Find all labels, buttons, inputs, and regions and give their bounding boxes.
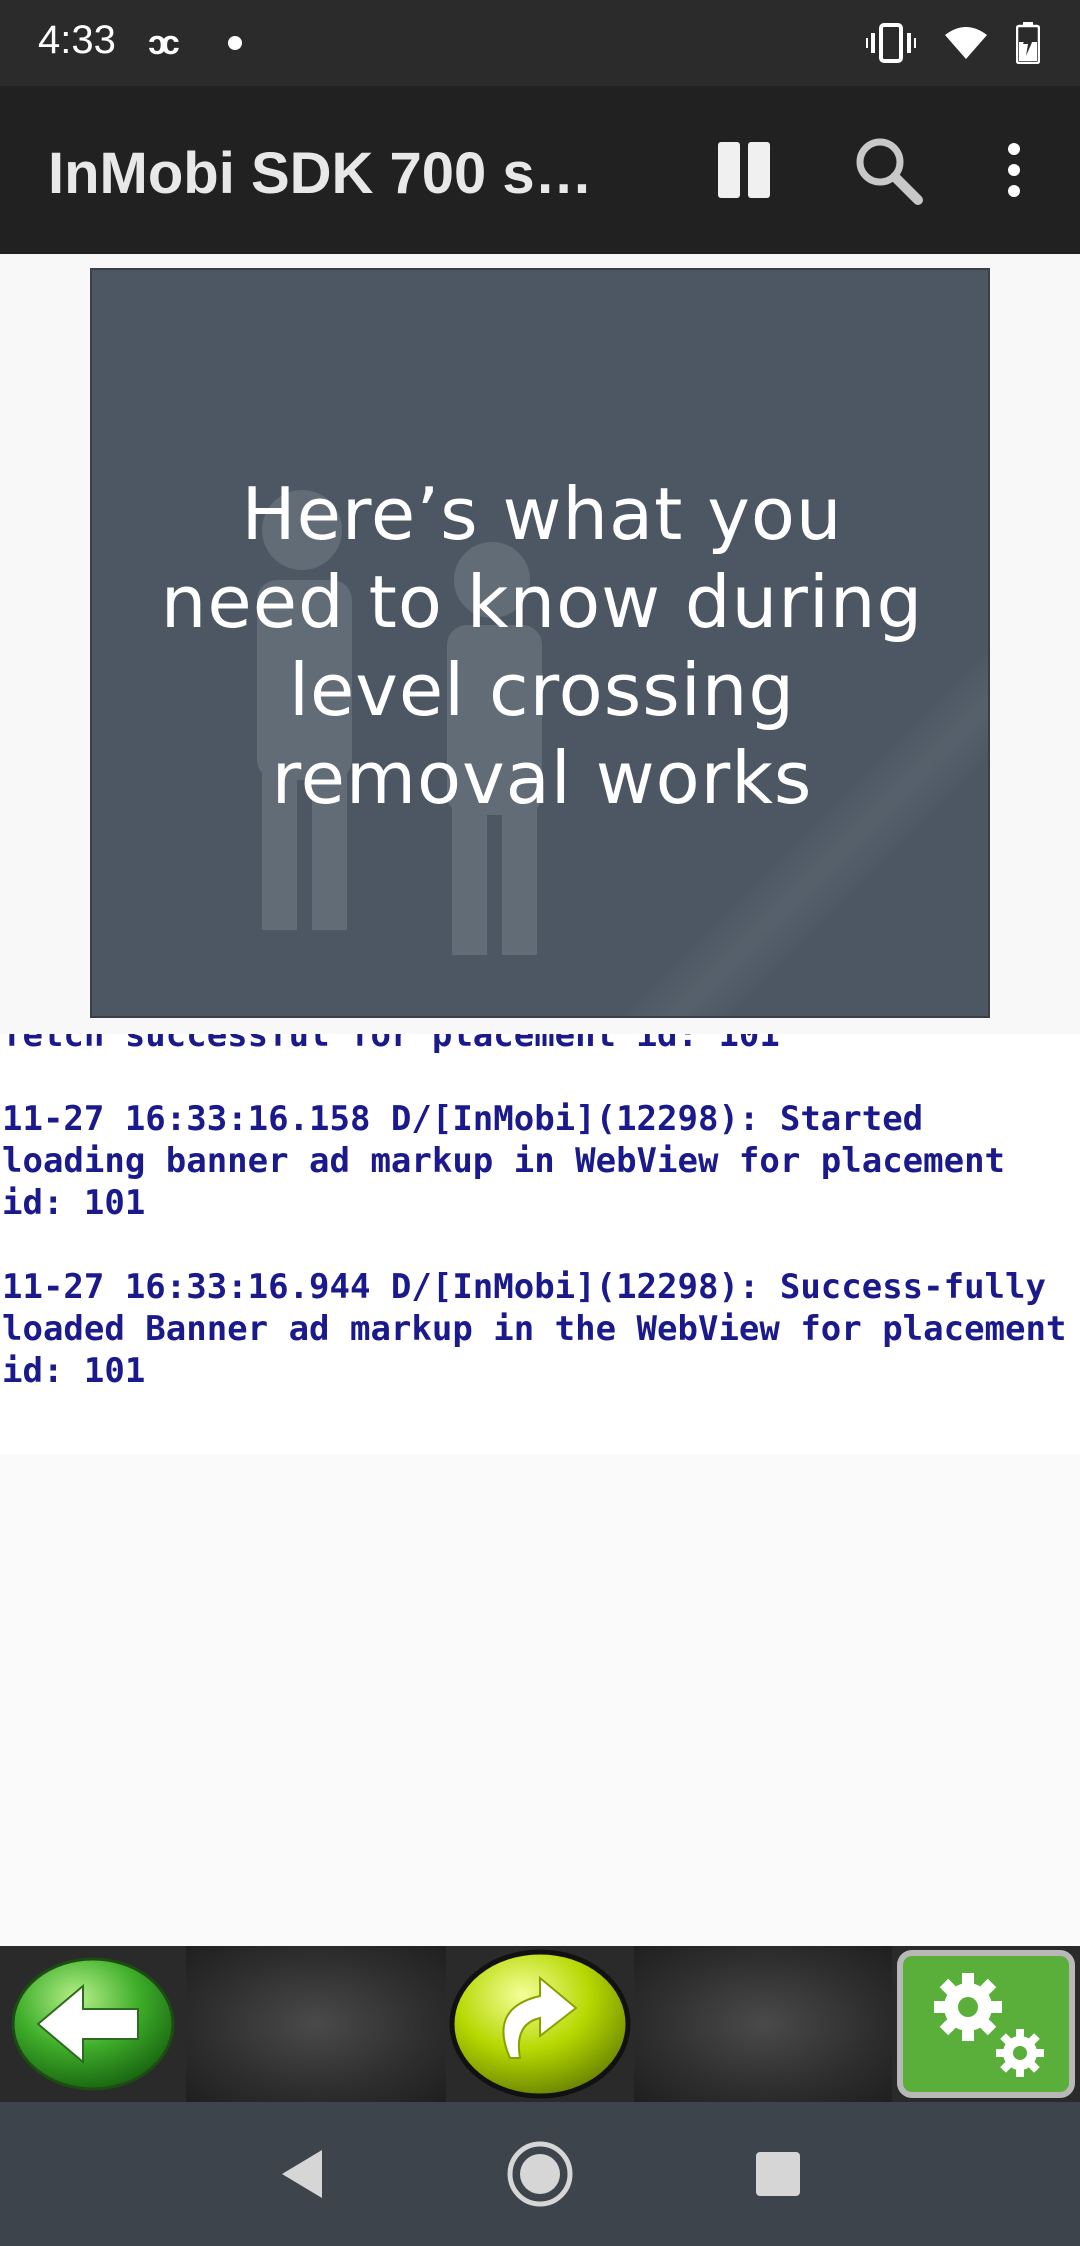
app-title: InMobi SDK 700 sa… <box>48 141 608 206</box>
refresh-icon <box>449 1949 631 2099</box>
ad-headline-line: level crossing <box>288 648 796 732</box>
back-arrow-icon <box>11 1957 175 2091</box>
pause-button[interactable] <box>696 122 792 218</box>
ad-headline-line: Here’s what you <box>241 472 843 556</box>
overflow-menu-icon <box>1008 143 1020 197</box>
settings-button[interactable] <box>892 1946 1080 2102</box>
log-entry: 11-27 16:33:16.944 D/[InMobi](12298): Su… <box>2 1267 1067 1391</box>
system-nav-bar <box>0 2102 1080 2246</box>
nav-recents-icon[interactable] <box>754 2150 802 2198</box>
banner-ad[interactable]: Here’s what you need to know during leve… <box>90 268 990 1018</box>
status-time: 4:33 <box>38 18 116 62</box>
nav-back-icon[interactable] <box>278 2146 326 2202</box>
status-bar: 4:33 ↄc <box>0 0 1080 86</box>
wifi-icon <box>945 27 987 59</box>
ad-headline-line: removal works <box>271 736 813 820</box>
screen: 4:33 ↄc InMobi SDK 700 sa… Here’s what y… <box>0 0 1080 2246</box>
ad-container: Here’s what you need to know during leve… <box>0 254 1080 1034</box>
notification-icon: ↄc <box>148 24 180 62</box>
toolbar-spacer <box>186 1946 446 2102</box>
ad-headline: Here’s what you need to know during leve… <box>92 470 988 822</box>
overflow-menu-button[interactable] <box>966 122 1062 218</box>
nav-home-icon[interactable] <box>506 2140 574 2208</box>
log-output[interactable]: fetch successful for placement id: 101 1… <box>0 1034 1080 1454</box>
battery-charging-icon <box>1016 22 1040 64</box>
refresh-button[interactable] <box>446 1946 634 2102</box>
status-icons <box>866 20 1040 66</box>
ad-headline-line: need to know during <box>160 560 924 644</box>
log-entry: 11-27 16:33:16.158 D/[InMobi](12298): St… <box>2 1099 1006 1223</box>
notification-dot-icon <box>228 36 242 50</box>
vibrate-icon <box>866 23 916 63</box>
pause-icon <box>718 142 770 198</box>
toolbar-spacer <box>634 1946 892 2102</box>
search-button[interactable] <box>840 122 936 218</box>
back-button[interactable] <box>0 1946 186 2102</box>
bottom-toolbar <box>0 1946 1080 2102</box>
search-icon <box>856 138 923 205</box>
log-entry-partial: fetch successful for placement id: 101 <box>2 1034 780 1055</box>
app-bar: InMobi SDK 700 sa… <box>0 86 1080 254</box>
settings-gears-icon <box>897 1950 1075 2098</box>
